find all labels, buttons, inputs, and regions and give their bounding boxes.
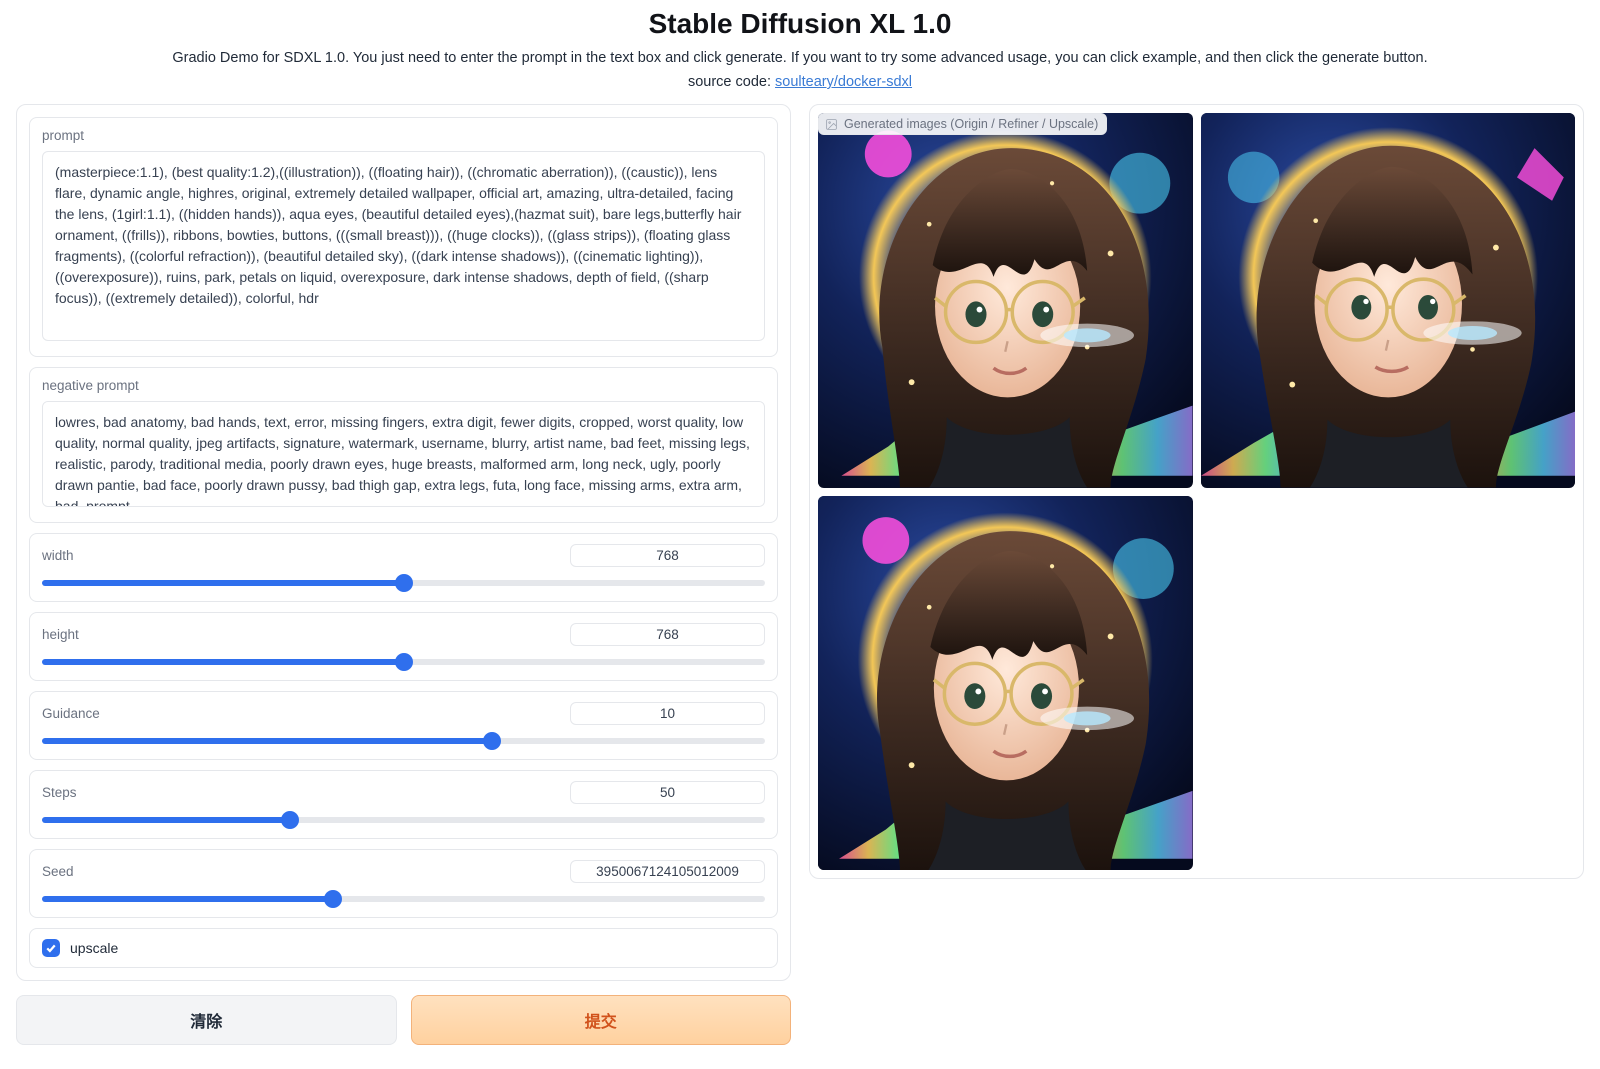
seed-number-input[interactable] xyxy=(570,860,765,883)
height-number-input[interactable] xyxy=(570,623,765,646)
negative-prompt-input[interactable] xyxy=(42,401,765,507)
steps-slider[interactable] xyxy=(42,817,765,823)
steps-label: Steps xyxy=(42,785,77,800)
controls-panel: prompt negative prompt width h xyxy=(16,104,791,981)
prompt-block: prompt xyxy=(29,117,778,357)
gallery-label-text: Generated images (Origin / Refiner / Ups… xyxy=(844,117,1098,131)
guidance-label: Guidance xyxy=(42,706,100,721)
negative-prompt-block: negative prompt xyxy=(29,367,778,523)
guidance-block: Guidance xyxy=(29,691,778,760)
image-icon xyxy=(825,118,838,131)
steps-number-input[interactable] xyxy=(570,781,765,804)
gallery-image-refiner[interactable] xyxy=(1201,113,1576,488)
clear-button[interactable]: 清除 xyxy=(16,995,397,1045)
width-number-input[interactable] xyxy=(570,544,765,567)
page-title: Stable Diffusion XL 1.0 xyxy=(16,0,1584,50)
width-label: width xyxy=(42,548,74,563)
upscale-label: upscale xyxy=(70,940,118,956)
guidance-number-input[interactable] xyxy=(570,702,765,725)
height-block: height xyxy=(29,612,778,681)
source-prefix: source code: xyxy=(688,74,775,90)
seed-slider[interactable] xyxy=(42,896,765,902)
page-subtitle: Gradio Demo for SDXL 1.0. You just need … xyxy=(16,50,1584,74)
height-label: height xyxy=(42,627,79,642)
steps-block: Steps xyxy=(29,770,778,839)
source-code-link[interactable]: soulteary/docker-sdxl xyxy=(775,74,912,90)
source-code-line: source code: soulteary/docker-sdxl xyxy=(16,74,1584,104)
seed-block: Seed xyxy=(29,849,778,918)
check-icon xyxy=(45,942,57,954)
gallery-label: Generated images (Origin / Refiner / Ups… xyxy=(818,113,1107,135)
upscale-checkbox[interactable] xyxy=(42,939,60,957)
upscale-block: upscale xyxy=(29,928,778,968)
width-block: width xyxy=(29,533,778,602)
prompt-label: prompt xyxy=(42,128,765,143)
seed-label: Seed xyxy=(42,864,74,879)
prompt-input[interactable] xyxy=(42,151,765,341)
negative-prompt-label: negative prompt xyxy=(42,378,765,393)
height-slider[interactable] xyxy=(42,659,765,665)
guidance-slider[interactable] xyxy=(42,738,765,744)
width-slider[interactable] xyxy=(42,580,765,586)
gallery-image-upscale[interactable] xyxy=(818,496,1193,871)
gallery-empty-slot xyxy=(1201,496,1576,871)
submit-button[interactable]: 提交 xyxy=(411,995,792,1045)
gallery-image-origin[interactable] xyxy=(818,113,1193,488)
gallery-panel: Generated images (Origin / Refiner / Ups… xyxy=(809,104,1584,879)
